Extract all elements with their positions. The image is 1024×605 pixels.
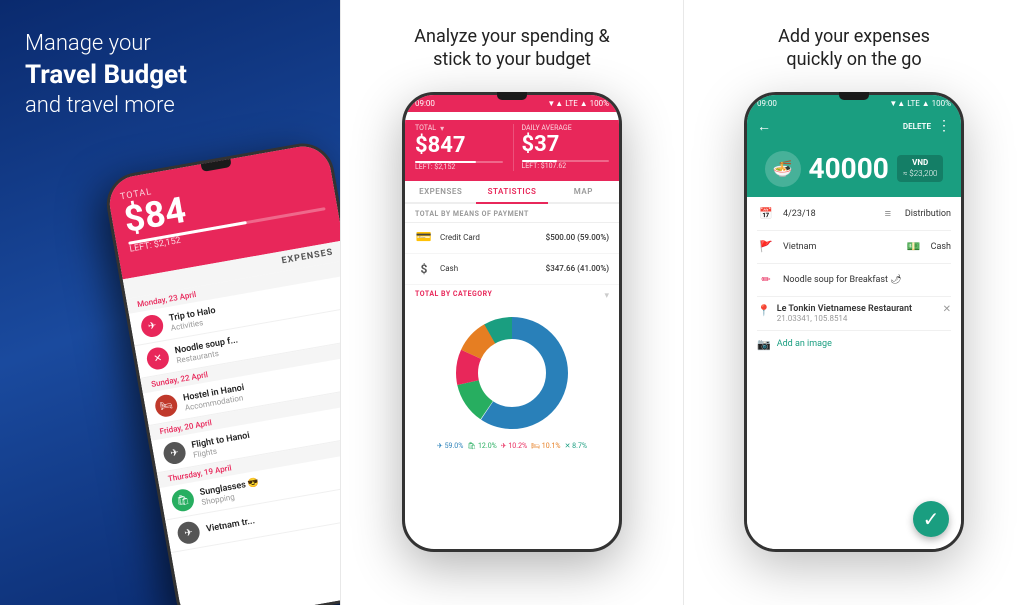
restaurant-icon: ✕ <box>145 346 170 371</box>
chart-label-green: 🛍 12.0% <box>467 442 496 450</box>
credit-card-icon: 💳 <box>415 229 433 247</box>
date-value: 4/23/18 <box>783 209 871 219</box>
donut-chart <box>447 308 577 438</box>
chart-label-pink: ✈ 10.2% <box>501 442 527 450</box>
location-coords: 21.03341, 105.8514 <box>777 314 937 323</box>
status-time-2: 09:00 <box>415 99 435 108</box>
total-amount-2: $847 <box>415 133 503 158</box>
headline-p3-line2: quickly on the go <box>786 49 921 70</box>
category-section-label: TOTAL BY CATEGORY <box>415 290 492 298</box>
add-image-label: Add an image <box>777 339 832 349</box>
total-left-2: LEFT: $2,152 <box>415 163 503 171</box>
status-signal-3: ▼▲ LTE ▲ 100% <box>889 99 951 108</box>
daily-left: LEFT: $107.62 <box>522 162 610 170</box>
expense-amount: 40000 <box>809 152 889 185</box>
date-row: 📅 4/23/18 ≡ Distribution <box>757 205 951 223</box>
payment-name-card: Credit Card <box>440 233 546 242</box>
phone-mockup-1: TOTAL $84 LEFT: $2,152 EXPENSES Monday, … <box>102 139 340 605</box>
delete-button[interactable]: DELETE <box>903 122 931 131</box>
food-icon: 🍜 <box>773 159 793 178</box>
toolbar-3: ← DELETE ⋮ <box>747 112 961 141</box>
tab-expenses[interactable]: EXPENSES <box>405 181 476 202</box>
confirm-fab-button[interactable]: ✓ <box>913 501 949 537</box>
payment-item-cash: $ Cash $347.66 (41.00%) <box>405 254 619 285</box>
food-icon-circle: 🍜 <box>765 151 801 187</box>
panel3-headline: Add your expenses quickly on the go <box>778 25 930 72</box>
daily-label: DAILY AVERAGE <box>522 124 610 132</box>
back-arrow-icon[interactable]: ← <box>757 118 771 135</box>
location-row: 📍 Le Tonkin Vietnamese Restaurant 21.033… <box>757 304 951 323</box>
panel-add-expenses: Add your expenses quickly on the go 09:0… <box>684 0 1024 605</box>
distribution-icon: ≡ <box>879 205 897 223</box>
close-location-icon[interactable]: ✕ <box>943 304 951 315</box>
note-row: ✏ Noodle soup for Breakfast 🌶 <box>757 271 951 289</box>
flight-icon: ✈ <box>162 440 187 465</box>
payment-section-label: TOTAL BY MEANS OF PAYMENT <box>405 204 619 223</box>
chart-label-blue: ✈ 59.0% <box>437 442 463 450</box>
panel2-headline: Analyze your spending &stick to your bud… <box>414 25 609 72</box>
amount-area: 🍜 40000 VND ≈ $23,200 <box>747 141 961 197</box>
payment-icon-row: 💵 <box>905 238 923 256</box>
country-row: 🚩 Vietnam 💵 Cash <box>757 238 951 256</box>
status-signal-2: ▼▲ LTE ▲ 100% <box>547 99 609 108</box>
tab-statistics[interactable]: STATISTICS <box>476 181 547 204</box>
total-label-2: TOTAL <box>415 124 436 132</box>
calendar-icon: 📅 <box>757 205 775 223</box>
panel1-headline: Manage your Travel Budget and travel mor… <box>25 30 315 121</box>
screen2-tabs: EXPENSES STATISTICS MAP <box>405 181 619 204</box>
payment-amount-card: $500.00 (59.00%) <box>546 233 609 242</box>
status-time-3: 09:00 <box>757 99 777 108</box>
headline-p3-line1: Add your expenses <box>778 26 930 47</box>
expense-details-section: 📅 4/23/18 ≡ Distribution 🚩 Vietnam 💵 Cas… <box>747 197 961 549</box>
payment-name-cash: Cash <box>440 264 546 273</box>
distribution-value: Distribution <box>905 209 951 219</box>
payment-amount-cash: $347.66 (41.00%) <box>546 264 609 273</box>
phone-mockup-3: 09:00 ▼▲ LTE ▲ 100% ← DELETE ⋮ 🍜 40000 <box>744 92 964 552</box>
phone-mockup-2: 09:00 ▼▲ LTE ▲ 100% TOTAL ▾ $847 L <box>402 92 622 552</box>
currency-badge: VND ≈ $23,200 <box>897 155 944 182</box>
daily-amount: $37 <box>522 132 610 157</box>
more-options-icon[interactable]: ⋮ <box>937 118 951 134</box>
dropdown-arrow-icon: ▾ <box>604 291 609 301</box>
flag-icon: 🚩 <box>757 238 775 256</box>
headline-line3: and travel more <box>25 93 175 118</box>
location-pin-icon: 📍 <box>757 304 771 317</box>
chart-label-teal: ✕ 8.7% <box>565 442 587 450</box>
accommodation-icon: 🛏 <box>154 393 179 418</box>
location-name: Le Tonkin Vietnamese Restaurant <box>777 304 937 314</box>
headline-bold: Travel Budget <box>25 59 315 93</box>
cash-icon: $ <box>415 260 433 278</box>
payment-value: Cash <box>931 242 951 252</box>
headline-line1: Manage your <box>25 31 151 56</box>
panel-manage-budget: Manage your Travel Budget and travel mor… <box>0 0 340 605</box>
add-image-row[interactable]: 📷 Add an image <box>757 338 951 351</box>
tab-map[interactable]: MAP <box>548 181 619 202</box>
pencil-icon: ✏ <box>757 271 775 289</box>
note-value: Noodle soup for Breakfast 🌶 <box>783 275 951 285</box>
payment-item-card: 💳 Credit Card $500.00 (59.00%) <box>405 223 619 254</box>
camera-icon: 📷 <box>757 338 771 351</box>
panel1-text-block: Manage your Travel Budget and travel mor… <box>25 30 315 125</box>
country-value: Vietnam <box>783 242 897 252</box>
flight-icon: ✈ <box>176 520 201 545</box>
activity-icon: ✈ <box>139 313 164 338</box>
chart-label-orange: 🛏 10.1% <box>531 442 560 450</box>
panel-analyze-spending: Analyze your spending &stick to your bud… <box>340 0 684 605</box>
shopping-icon: 🛍 <box>170 488 195 513</box>
